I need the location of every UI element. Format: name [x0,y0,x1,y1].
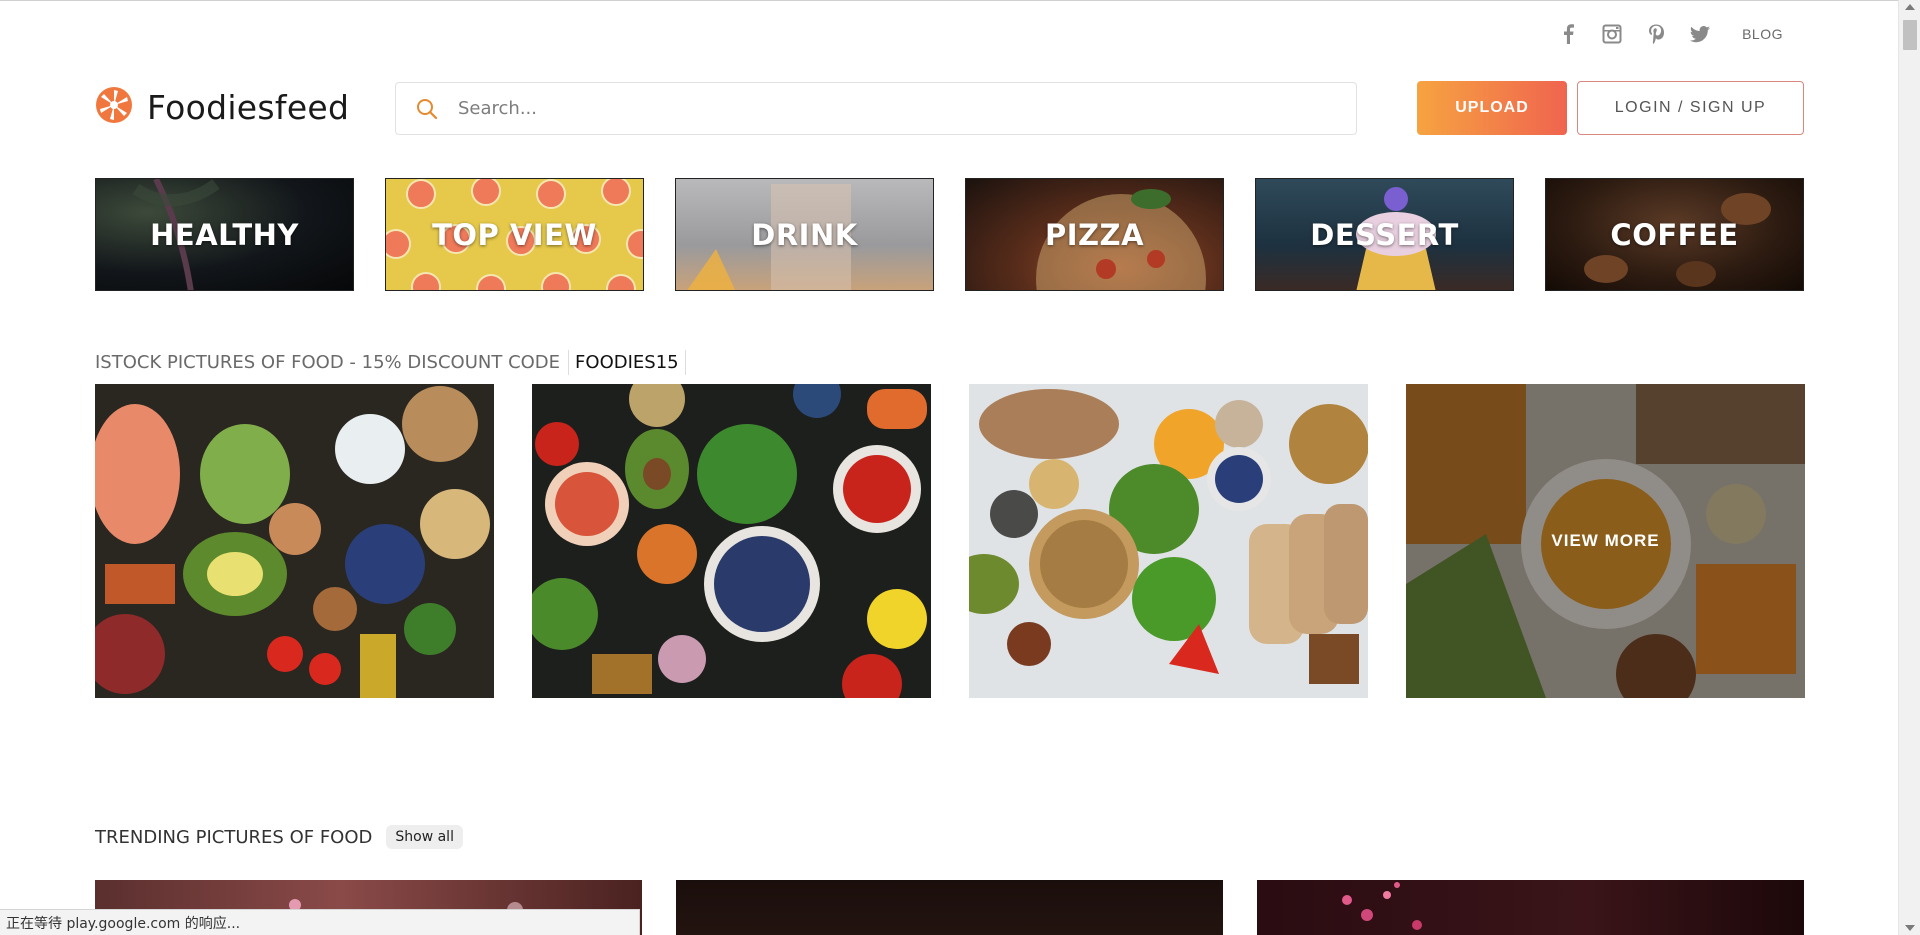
category-top-view[interactable]: TOP VIEW [385,178,644,291]
category-coffee-label: COFFEE [1610,217,1739,252]
trending-photo-2[interactable] [676,880,1223,935]
istock-photo-2[interactable] [532,384,931,698]
logo-text: Foodiesfeed [147,87,350,127]
window-top-border [0,0,1898,1]
category-healthy[interactable]: HEALTHY [95,178,354,291]
istock-photo-3[interactable] [969,384,1368,698]
search-icon [396,83,458,134]
twitter-icon[interactable] [1690,24,1711,44]
login-signup-button[interactable]: LOGIN / SIGN UP [1577,81,1804,135]
istock-photo-view-more[interactable]: VIEW MORE [1406,384,1805,698]
scroll-up-icon[interactable] [1905,4,1915,10]
scroll-down-icon[interactable] [1905,925,1915,931]
instagram-icon[interactable] [1602,24,1622,44]
blog-link[interactable]: BLOG [1742,26,1783,42]
trending-title: TRENDING PICTURES OF FOOD [95,826,373,848]
logo-icon [95,86,133,128]
trending-photo-3[interactable] [1257,880,1804,935]
page-scrollbar[interactable] [1898,0,1920,935]
discount-code[interactable]: FOODIES15 [568,350,686,375]
category-drink-label: DRINK [751,217,858,252]
facebook-icon[interactable] [1558,24,1578,44]
trending-section-header: TRENDING PICTURES OF FOOD Show all [95,825,463,849]
istock-photo-row: VIEW MORE [95,384,1805,698]
istock-section-title: ISTOCK PICTURES OF FOOD - 15% DISCOUNT C… [95,350,686,375]
show-all-button[interactable]: Show all [386,825,463,849]
social-links: BLOG [1558,24,1783,44]
category-pizza[interactable]: PIZZA [965,178,1224,291]
category-dessert[interactable]: DESSERT [1255,178,1514,291]
category-drink[interactable]: DRINK [675,178,934,291]
view-more-label[interactable]: VIEW MORE [1406,384,1805,698]
category-top-view-label: TOP VIEW [432,217,597,252]
search-bar[interactable] [395,82,1357,135]
istock-title-text: ISTOCK PICTURES OF FOOD - 15% DISCOUNT C… [95,352,561,373]
pinterest-icon[interactable] [1646,24,1666,44]
istock-photo-1[interactable] [95,384,494,698]
foodiesfeed-logo[interactable]: Foodiesfeed [95,86,349,128]
category-healthy-label: HEALTHY [150,217,299,252]
scrollbar-thumb[interactable] [1903,20,1917,50]
category-dessert-label: DESSERT [1310,217,1459,252]
upload-button[interactable]: UPLOAD [1417,81,1567,135]
search-input[interactable] [458,98,1338,119]
category-tiles: HEALTHY TOP VIEW DRINK PIZZA DESSERT COF… [95,178,1804,291]
browser-status-bar: 正在等待 play.google.com 的响应... [0,909,640,935]
category-pizza-label: PIZZA [1044,217,1145,252]
category-coffee[interactable]: COFFEE [1545,178,1804,291]
